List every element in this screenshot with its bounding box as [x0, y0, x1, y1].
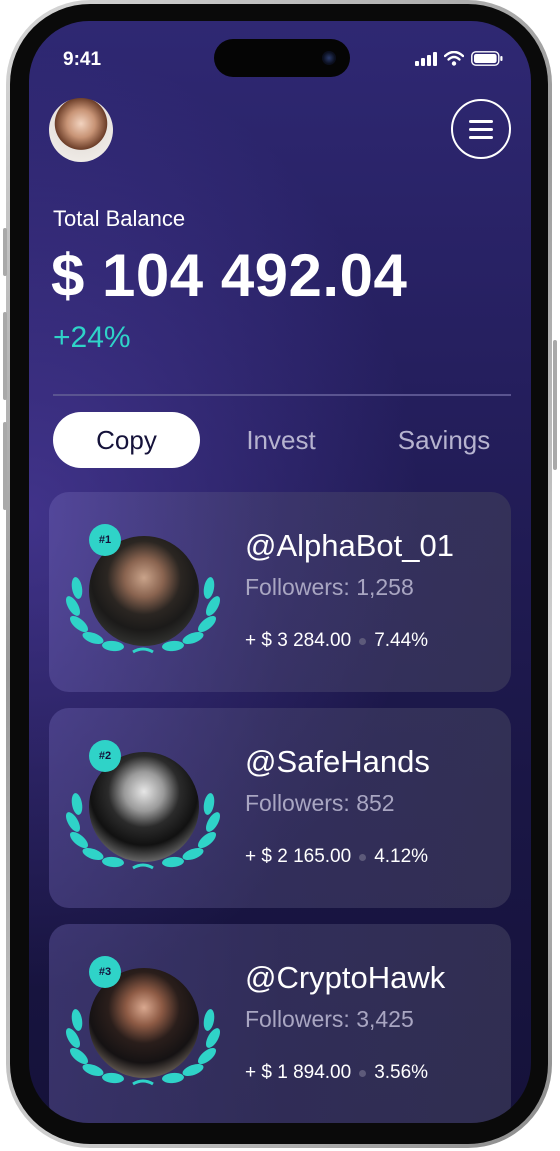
separator-dot — [359, 1069, 367, 1077]
trader-stats: + $ 1 894.00 3.56% — [245, 1062, 428, 1084]
tab-invest[interactable]: Invest — [213, 412, 349, 468]
camera-icon — [322, 51, 336, 65]
balance-change: +24% — [53, 321, 131, 354]
dynamic-island — [214, 39, 350, 77]
divider — [53, 394, 511, 396]
trader-followers: Followers: 3,425 — [245, 1006, 414, 1032]
status-time: 9:41 — [63, 49, 102, 70]
volume-up-button — [3, 312, 7, 400]
app-screen: 9:41 Total Balance $ 104 492.04 +24% Cop… — [29, 21, 531, 1123]
tab-copy[interactable]: Copy — [53, 412, 200, 468]
wifi-icon — [444, 51, 464, 66]
power-button — [553, 340, 557, 470]
trader-followers: Followers: 852 — [245, 790, 395, 816]
trader-profit: + $ 2 165.00 — [245, 846, 352, 867]
menu-button[interactable] — [451, 99, 511, 159]
trader-profit: + $ 3 284.00 — [245, 630, 352, 651]
trader-card[interactable]: #2 @SafeHands Followers: 852 + $ 2 165.0… — [49, 708, 511, 908]
volume-down-button — [3, 422, 7, 510]
rank-badge: #1 — [89, 524, 121, 556]
rank-badge: #2 — [89, 740, 121, 772]
action-button — [3, 228, 7, 276]
tab-savings[interactable]: Savings — [369, 412, 519, 468]
balance-amount: $ 104 492.04 — [51, 242, 408, 309]
user-avatar[interactable] — [49, 98, 113, 162]
signal-icon — [415, 51, 437, 66]
trader-handle: @SafeHands — [245, 744, 430, 779]
trader-card[interactable]: #3 @CryptoHawk Followers: 3,425 + $ 1 89… — [49, 924, 511, 1123]
hamburger-menu-icon — [469, 119, 493, 123]
rank-badge: #3 — [89, 956, 121, 988]
trader-percent: 7.44% — [374, 630, 429, 651]
trader-profit: + $ 1 894.00 — [245, 1062, 352, 1083]
separator-dot — [359, 853, 367, 861]
trader-percent: 3.56% — [374, 1062, 429, 1083]
tab-bar: Copy Invest Savings — [53, 412, 513, 468]
separator-dot — [359, 637, 367, 645]
battery-icon — [471, 51, 503, 66]
trader-stats: + $ 3 284.00 7.44% — [245, 630, 428, 652]
trader-percent: 4.12% — [374, 846, 429, 867]
balance-label: Total Balance — [53, 206, 186, 231]
trader-handle: @CryptoHawk — [245, 960, 446, 995]
trader-handle: @AlphaBot_01 — [245, 528, 455, 563]
trader-stats: + $ 2 165.00 4.12% — [245, 846, 428, 868]
trader-card[interactable]: #1 @AlphaBot_01 Followers: 1,258 + $ 3 2… — [49, 492, 511, 692]
status-icons — [415, 51, 503, 66]
trader-followers: Followers: 1,258 — [245, 574, 414, 600]
